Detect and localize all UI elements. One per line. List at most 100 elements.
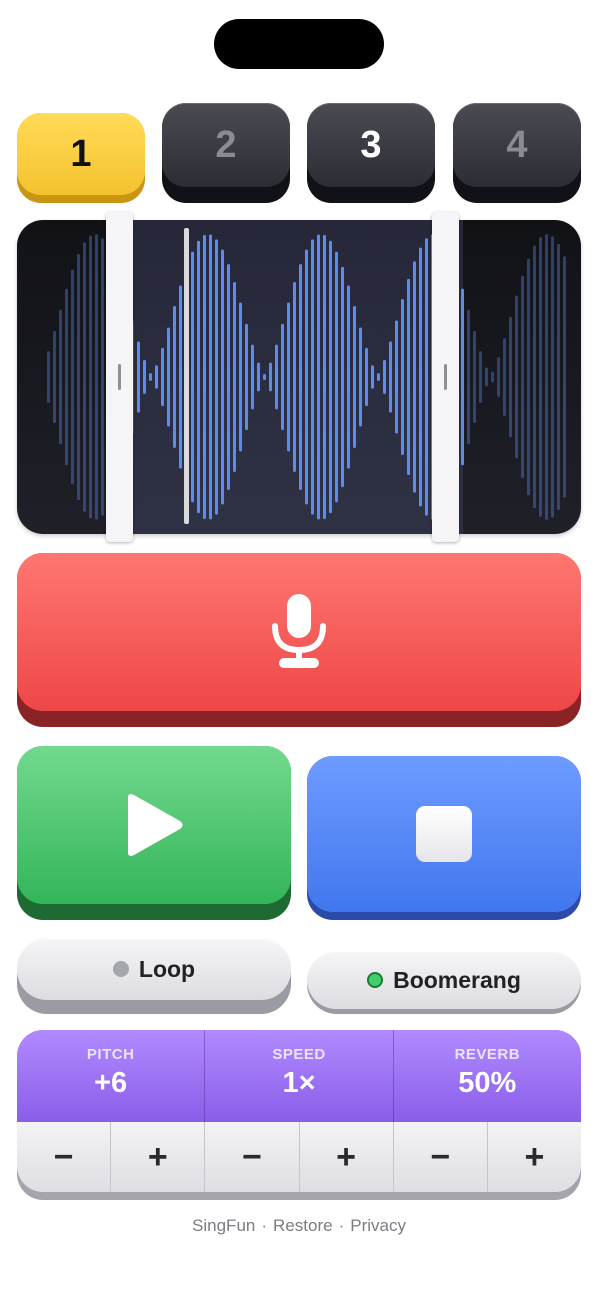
- waveform-bar: [155, 365, 158, 389]
- waveform-bar: [527, 258, 530, 496]
- waveform-bar: [503, 337, 506, 417]
- pitch-decrease-button[interactable]: −: [17, 1122, 112, 1192]
- waveform-bar: [317, 234, 320, 520]
- waveform-bar: [245, 323, 248, 431]
- slot-label-3: 3: [307, 103, 435, 187]
- waveform-bar: [281, 323, 284, 431]
- pitch-value: +6: [94, 1067, 128, 1099]
- waveform-bar: [395, 320, 398, 434]
- waveform-bar: [179, 285, 182, 469]
- waveform-bar: [191, 251, 194, 503]
- reverb-decrease-button[interactable]: −: [394, 1122, 488, 1192]
- speed-display: SPEED 1×: [205, 1030, 394, 1122]
- waveform-bar: [533, 245, 536, 509]
- waveform-bar: [47, 351, 50, 403]
- waveform-bar: [101, 238, 104, 516]
- waveform-bar: [149, 373, 152, 381]
- waveform-bar: [521, 275, 524, 479]
- trim-handle-start[interactable]: [106, 212, 133, 542]
- dynamic-island: [214, 19, 384, 69]
- waveform-bar: [239, 302, 242, 452]
- waveform-bar: [71, 269, 74, 485]
- pitch-label: PITCH: [86, 1046, 135, 1063]
- playhead[interactable]: [184, 228, 189, 524]
- stop-icon: [416, 806, 472, 862]
- slot-button-3[interactable]: 3: [307, 103, 435, 203]
- waveform-bar: [161, 347, 164, 407]
- waveform-bar: [491, 371, 494, 383]
- record-button[interactable]: [17, 553, 581, 727]
- stop-button[interactable]: [307, 756, 581, 920]
- footer-separator: ·: [261, 1216, 268, 1235]
- waveform-bar: [275, 344, 278, 410]
- waveform-bar: [515, 295, 518, 459]
- waveform-bar: [269, 362, 272, 392]
- waveform-bar: [251, 344, 254, 410]
- waveform-bar: [143, 359, 146, 395]
- waveform-bar: [305, 249, 308, 505]
- waveform-bar: [335, 251, 338, 503]
- loop-indicator-icon: [112, 961, 129, 977]
- waveform-bar: [137, 341, 140, 413]
- trim-handle-end[interactable]: [432, 212, 459, 542]
- slot-label-4: 4: [453, 103, 581, 187]
- reverb-label: REVERB: [454, 1046, 521, 1063]
- waveform-bars: [47, 234, 566, 520]
- loop-label: Loop: [138, 955, 196, 982]
- grip-icon: [118, 364, 121, 390]
- waveform-bar: [167, 327, 170, 427]
- waveform-bar: [221, 249, 224, 505]
- waveform-bar: [227, 263, 230, 491]
- waveform-bar: [89, 235, 92, 519]
- slot-button-1[interactable]: 1: [17, 113, 145, 203]
- speed-label: SPEED: [272, 1046, 326, 1063]
- restore-link[interactable]: Restore: [273, 1216, 333, 1235]
- waveform-bar: [347, 285, 350, 469]
- waveform-bar: [551, 236, 554, 518]
- play-icon: [128, 794, 183, 856]
- play-button[interactable]: [17, 746, 291, 920]
- boomerang-indicator-icon: [367, 972, 384, 988]
- waveform-bar: [407, 278, 410, 476]
- reverb-increase-button[interactable]: +: [488, 1122, 581, 1192]
- waveform-bar: [341, 266, 344, 488]
- waveform-bar: [95, 234, 98, 520]
- reverb-value: 50%: [458, 1067, 517, 1099]
- waveform-bar: [233, 282, 236, 472]
- microphone-icon: [272, 594, 326, 668]
- waveform-bar: [473, 331, 476, 423]
- waveform-bar: [203, 234, 206, 520]
- slot-button-4[interactable]: 4: [453, 103, 581, 203]
- waveform-bar: [509, 316, 512, 438]
- waveform-bar: [59, 309, 62, 445]
- waveform-bar: [485, 367, 488, 387]
- boomerang-toggle[interactable]: Boomerang: [307, 951, 581, 1014]
- waveform-bar: [467, 309, 470, 445]
- waveform-bar: [353, 306, 356, 448]
- grip-icon: [444, 364, 447, 390]
- waveform-bar: [425, 238, 428, 516]
- waveform-bar: [257, 362, 260, 392]
- waveform-bar: [365, 347, 368, 407]
- pitch-increase-button[interactable]: +: [111, 1122, 206, 1192]
- waveform-view[interactable]: [17, 220, 581, 534]
- waveform-bar: [389, 341, 392, 413]
- app-screen: 1 2 3 4 Loop Boomerang PITCH +6 SPEED 1×…: [0, 0, 598, 1300]
- speed-decrease-button[interactable]: −: [205, 1122, 300, 1192]
- waveform-bar: [413, 261, 416, 493]
- waveform-bar: [371, 365, 374, 389]
- waveform-bar: [65, 288, 68, 466]
- app-name-link[interactable]: SingFun: [192, 1216, 255, 1235]
- waveform-bar: [497, 357, 500, 397]
- waveform-bar: [545, 234, 548, 520]
- slot-label-2: 2: [162, 103, 290, 187]
- boomerang-label: Boomerang: [393, 966, 521, 993]
- speed-increase-button[interactable]: +: [300, 1122, 394, 1192]
- waveform-bar: [263, 374, 266, 380]
- waveform-bar: [557, 243, 560, 511]
- speed-value: 1×: [282, 1067, 316, 1099]
- loop-toggle[interactable]: Loop: [17, 938, 291, 1014]
- waveform-bar: [329, 240, 332, 514]
- slot-button-2[interactable]: 2: [162, 103, 290, 203]
- privacy-link[interactable]: Privacy: [350, 1216, 406, 1235]
